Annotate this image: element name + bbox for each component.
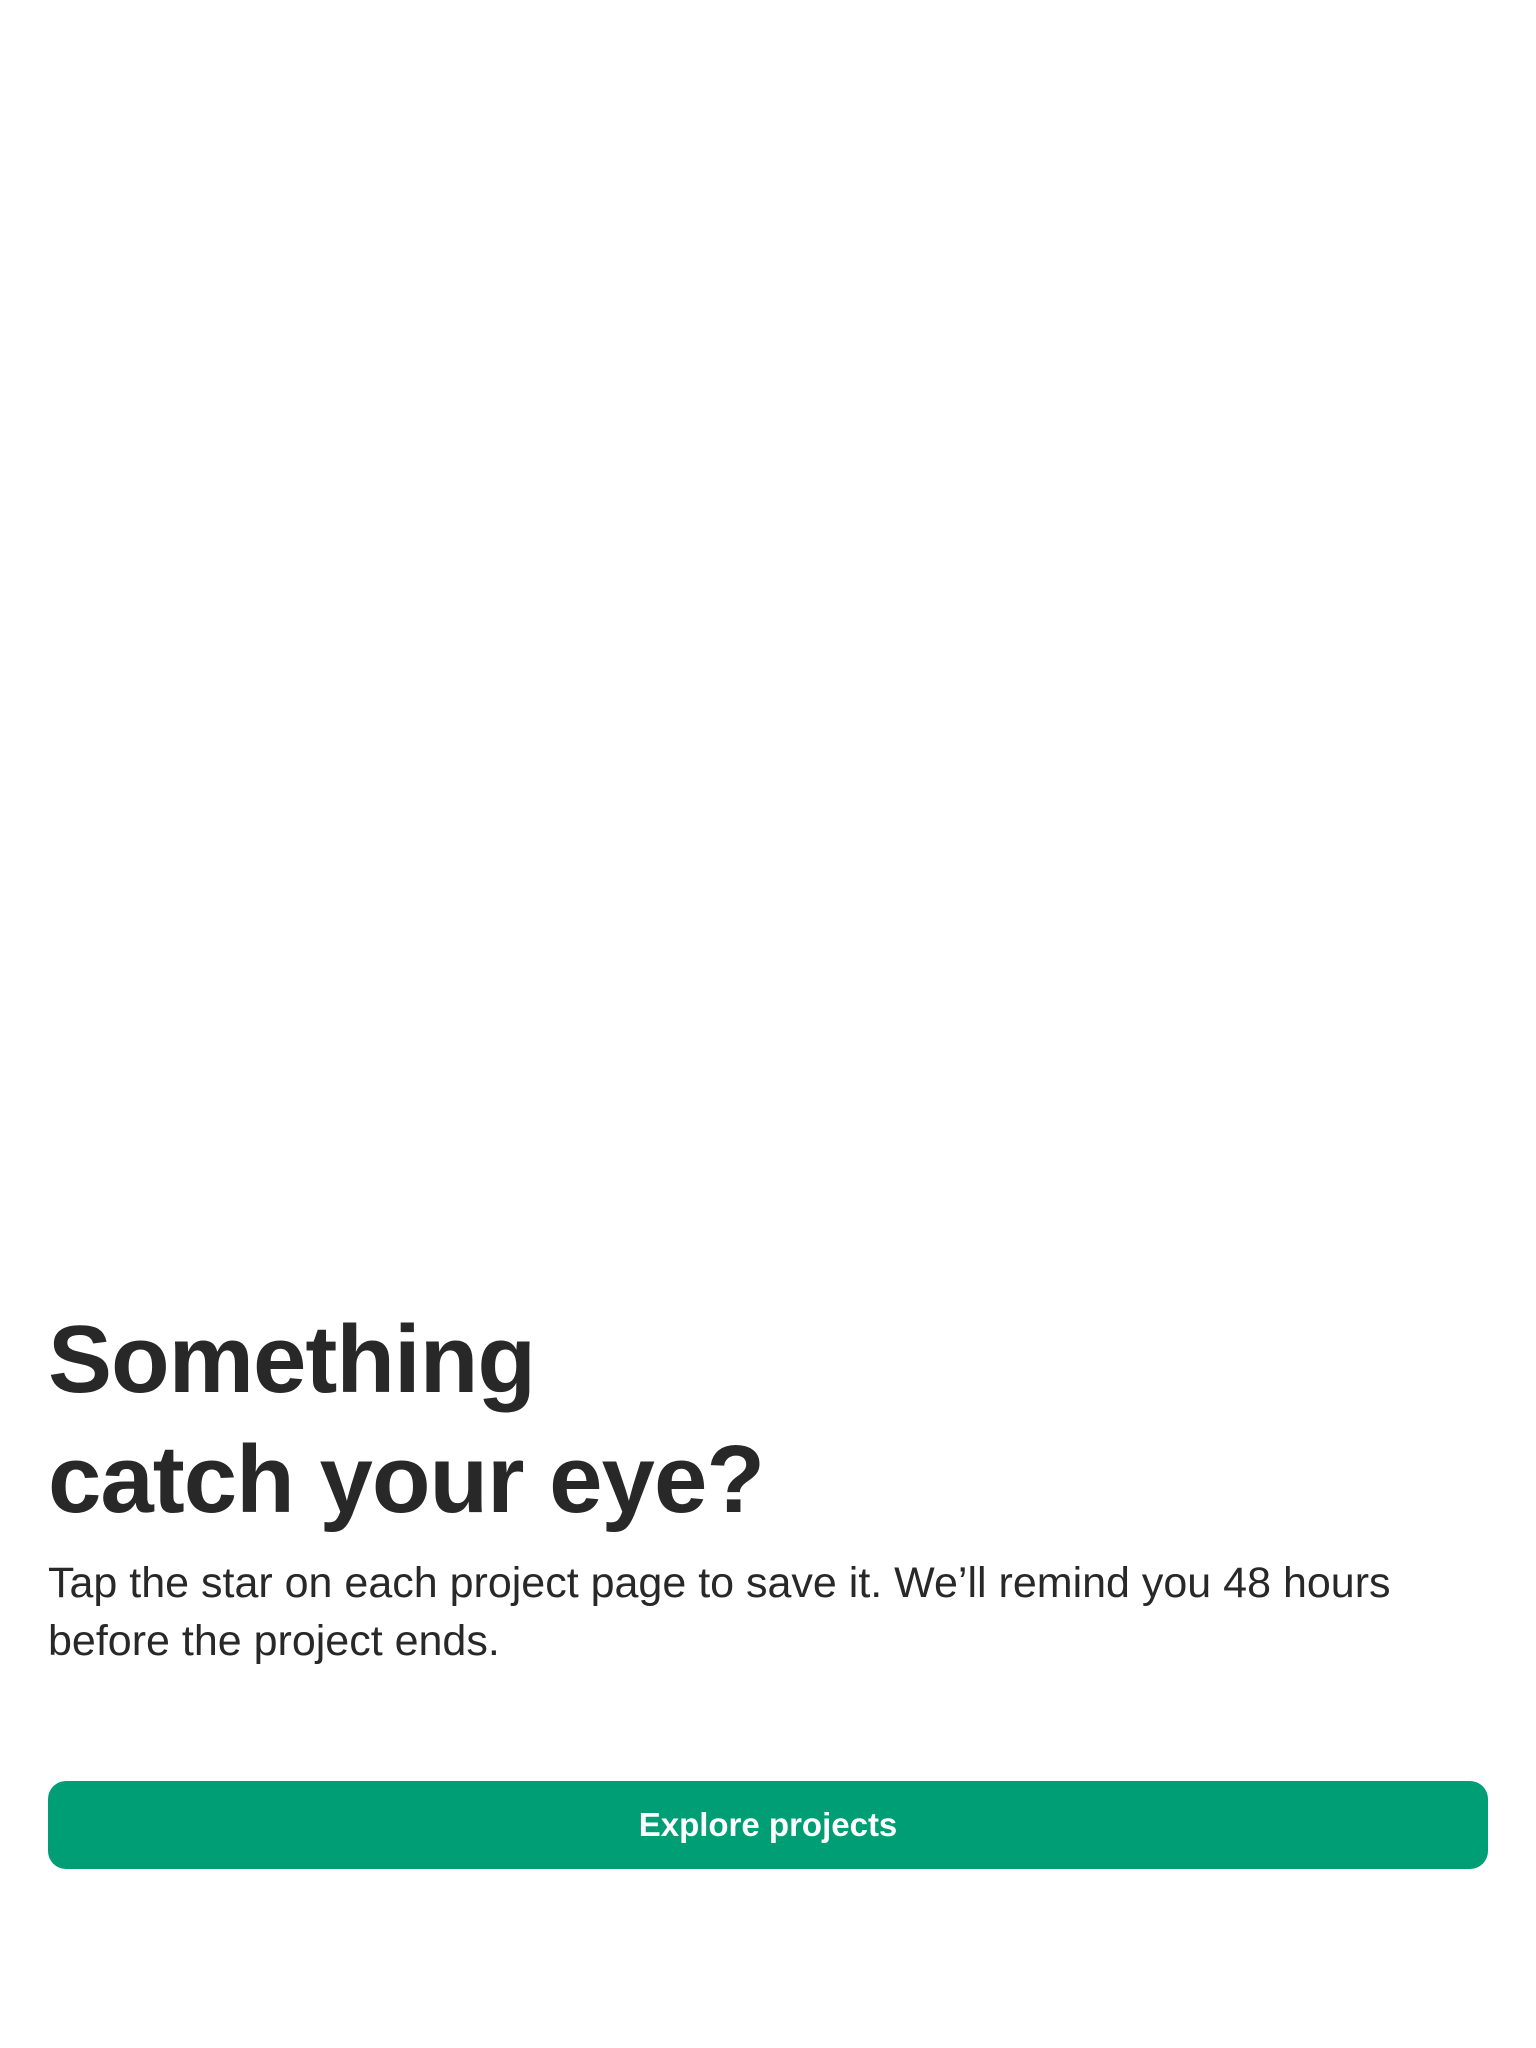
headline-line-2: catch your eye? [48,1426,765,1533]
explore-projects-button-label: Explore projects [638,1806,898,1843]
saved-projects-empty-screen: Something catch your eye? Tap the star o… [0,0,1536,2048]
empty-state-description: Tap the star on each project page to sav… [48,1559,1391,1665]
explore-projects-button[interactable]: Explore projects [48,1781,1488,1869]
empty-state-headline: Something catch your eye? [48,1300,1488,1540]
empty-state: Something catch your eye? Tap the star o… [48,1300,1488,1670]
headline-line-1: Something [48,1306,536,1413]
